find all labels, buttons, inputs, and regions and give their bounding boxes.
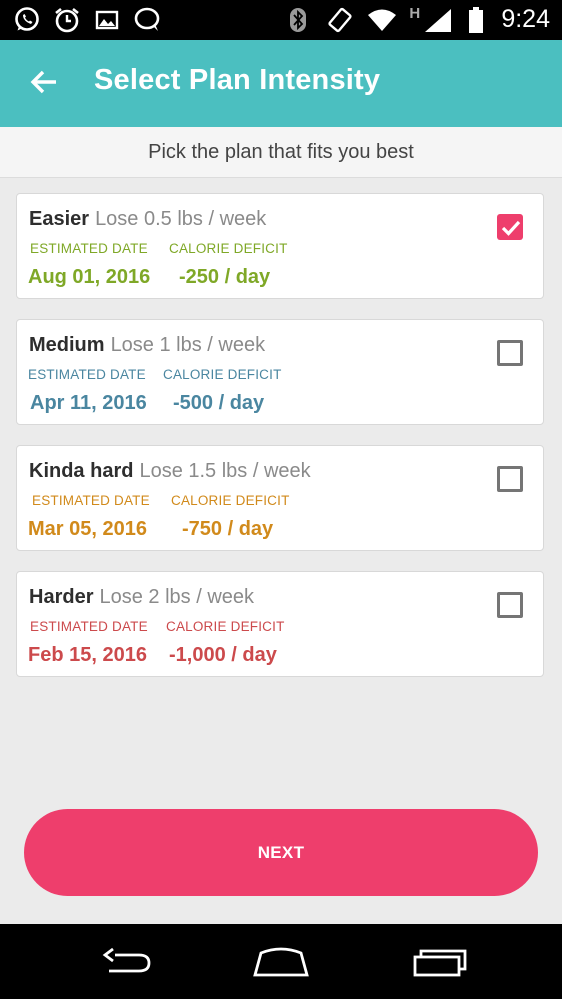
plan-name: Kinda hard xyxy=(29,460,134,482)
gallery-icon xyxy=(92,6,122,34)
plan-card-kinda-hard[interactable]: Kinda hard Lose 1.5 lbs / week ESTIMATED … xyxy=(16,445,544,551)
rotate-icon xyxy=(325,6,355,34)
app-toolbar: Select Plan Intensity xyxy=(0,40,562,127)
calorie-deficit-value: -1,000 / day xyxy=(169,644,277,666)
battery-icon xyxy=(467,6,485,34)
estimated-date-label: ESTIMATED DATE xyxy=(28,367,146,382)
nav-back-button[interactable] xyxy=(90,942,160,982)
subtitle-bar: Pick the plan that fits you best xyxy=(0,127,562,178)
calorie-deficit-value: -500 / day xyxy=(173,392,265,414)
back-icon xyxy=(102,947,151,973)
network-type-label: H xyxy=(409,4,421,22)
status-time: 9:24 xyxy=(501,5,550,33)
signal-icon: H xyxy=(409,4,455,34)
back-button[interactable] xyxy=(20,58,68,106)
nav-recents-button[interactable] xyxy=(404,942,474,982)
plan-name: Easier xyxy=(29,208,90,230)
bluetooth-icon xyxy=(283,6,313,34)
calorie-deficit-label: CALORIE DEFICIT xyxy=(171,493,290,508)
plan-rate: Lose 1.5 lbs / week xyxy=(139,460,311,482)
chat-bubble-icon xyxy=(132,6,162,34)
calorie-deficit-label: CALORIE DEFICIT xyxy=(166,619,285,634)
estimated-date-value: Apr 11, 2016 xyxy=(30,392,147,414)
wifi-icon xyxy=(367,6,397,34)
estimated-date-value: Aug 01, 2016 xyxy=(28,266,151,288)
plan-card-easier[interactable]: Easier Lose 0.5 lbs / week ESTIMATED DATE… xyxy=(16,193,544,299)
plan-name: Medium xyxy=(29,334,105,356)
estimated-date-value: Feb 15, 2016 xyxy=(28,644,147,666)
estimated-date-value: Mar 05, 2016 xyxy=(28,518,147,540)
home-icon xyxy=(253,947,309,977)
plan-checkbox[interactable] xyxy=(497,466,523,492)
status-bar: H 9:24 xyxy=(0,0,562,40)
alarm-clock-icon xyxy=(52,6,82,34)
plan-checkbox[interactable] xyxy=(497,214,523,240)
arrow-left-icon xyxy=(30,70,56,94)
plan-rate: Lose 2 lbs / week xyxy=(99,586,255,608)
plan-checkbox[interactable] xyxy=(497,592,523,618)
plan-rate: Lose 1 lbs / week xyxy=(110,334,266,356)
plan-card-medium[interactable]: Medium Lose 1 lbs / week ESTIMATED DATE C… xyxy=(16,319,544,425)
calorie-deficit-value: -250 / day xyxy=(179,266,271,288)
recents-icon xyxy=(413,949,467,977)
page-subtitle: Pick the plan that fits you best xyxy=(148,141,414,163)
calorie-deficit-label: CALORIE DEFICIT xyxy=(169,241,288,256)
plan-rate: Lose 0.5 lbs / week xyxy=(95,208,267,230)
calorie-deficit-label: CALORIE DEFICIT xyxy=(163,367,282,382)
estimated-date-label: ESTIMATED DATE xyxy=(30,619,148,634)
estimated-date-label: ESTIMATED DATE xyxy=(30,241,148,256)
calorie-deficit-value: -750 / day xyxy=(182,518,274,540)
plan-card-harder[interactable]: Harder Lose 2 lbs / week ESTIMATED DATE C… xyxy=(16,571,544,677)
next-button[interactable]: NEXT xyxy=(24,809,538,896)
plan-checkbox[interactable] xyxy=(497,340,523,366)
nav-home-button[interactable] xyxy=(246,942,316,982)
page-title: Select Plan Intensity xyxy=(94,64,381,96)
checkmark-icon xyxy=(501,220,521,236)
system-nav-bar xyxy=(0,924,562,999)
plan-list: Easier Lose 0.5 lbs / week ESTIMATED DATE… xyxy=(16,193,546,697)
plan-name: Harder xyxy=(29,586,94,608)
whatsapp-icon xyxy=(12,6,42,34)
estimated-date-label: ESTIMATED DATE xyxy=(32,493,150,508)
